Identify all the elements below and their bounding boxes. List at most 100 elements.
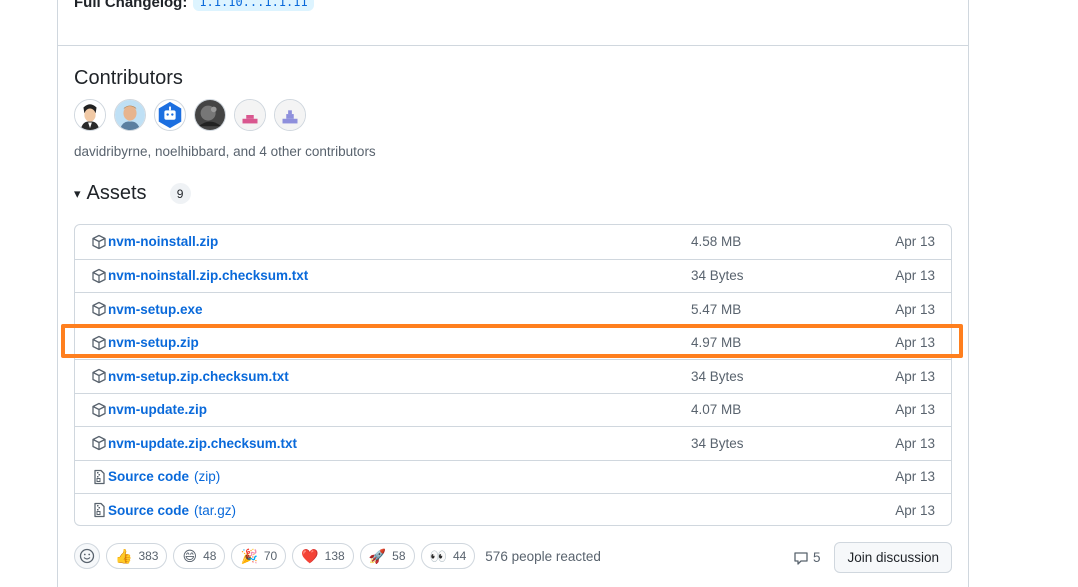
asset-link[interactable]: nvm-noinstall.zip.checksum.txt [108,268,308,283]
package-icon [91,335,107,351]
asset-size: 4.97 MB [691,335,742,351]
changelog-label: Full Changelog: [74,0,188,11]
avatar-noelhibbard[interactable] [114,99,146,131]
reaction-button[interactable]: 👍 383 [106,543,168,569]
reaction-count: 44 [452,549,467,563]
add-reaction-button[interactable] [74,543,100,569]
reaction-button[interactable]: 🚀 58 [359,543,415,569]
assets-list: nvm-noinstall.zip 4.58 MB Apr 13 nvm-noinst… [74,224,952,526]
asset-date: Apr 13 [895,469,935,485]
asset-size: 4.58 MB [691,234,742,250]
changelog-compare-link[interactable]: 1.1.10...1.1.11 [193,0,314,11]
asset-size: 5.47 MB [691,301,742,317]
asset-name[interactable]: nvm-update.zip.checksum.txt [91,435,297,451]
reaction-emoji-icon: 🚀 [368,547,387,564]
asset-name[interactable]: nvm-setup.exe [91,301,203,317]
asset-name[interactable]: nvm-noinstall.zip.checksum.txt [91,268,308,284]
reaction-count: 383 [138,549,159,563]
join-discussion-button[interactable]: Join discussion [834,542,952,573]
reaction-button[interactable]: ❤️ 138 [292,543,354,569]
reaction-emoji-icon: ❤️ [301,547,319,564]
contributor-avatars [74,99,306,131]
asset-date: Apr 13 [895,435,935,451]
asset-format[interactable]: (tar.gz) [194,503,236,518]
avatar-contributor-6[interactable] [274,99,306,131]
avatar-davidribyrne[interactable] [74,99,106,131]
asset-name[interactable]: nvm-setup.zip.checksum.txt [91,368,289,384]
asset-row: Source code (tar.gz) Apr 13 [75,493,951,525]
asset-format[interactable]: (zip) [194,469,220,484]
asset-row: nvm-noinstall.zip.checksum.txt 34 Bytes Ap… [75,258,951,293]
reaction-count: 70 [263,549,278,563]
avatar-contributor-4[interactable] [194,99,226,131]
asset-link[interactable]: Source code [108,469,189,484]
asset-row: nvm-setup.zip.checksum.txt 34 Bytes Apr 13 [75,359,951,393]
assets-title[interactable]: Assets [87,182,147,205]
full-changelog: Full Changelog: 1.1.10...1.1.11 [74,0,314,11]
caret-down-icon[interactable]: ▾ [74,186,81,202]
asset-row: nvm-noinstall.zip 4.58 MB Apr 13 [75,225,951,259]
asset-link[interactable]: nvm-setup.zip.checksum.txt [108,369,289,384]
reaction-button[interactable]: 🎉 70 [231,543,287,569]
assets-count-badge: 9 [169,183,191,204]
asset-link[interactable]: nvm-setup.zip [108,335,199,350]
asset-name[interactable]: Source code (tar.gz) [91,502,236,518]
reactions-bar: 👍 383 😄 48 🎉 70 ❤️ 138 🚀 58 👀 44 576 people reacted [74,543,601,569]
smiley-icon [79,548,95,564]
reaction-count: 58 [392,549,406,563]
asset-size: 34 Bytes [691,268,744,284]
asset-link[interactable]: nvm-noinstall.zip [108,234,218,249]
package-icon [91,435,107,451]
file-zip-icon [91,502,107,518]
asset-row: nvm-update.zip 4.07 MB Apr 13 [75,392,951,427]
reaction-count: 138 [324,549,345,563]
reactions-summary: 576 people reacted [485,548,601,564]
asset-date: Apr 13 [895,301,935,317]
asset-size: 34 Bytes [691,368,744,384]
file-zip-icon [91,469,107,485]
discussion-area: 5 Join discussion [793,542,952,573]
package-icon [91,268,107,284]
assets-header[interactable]: ▾ Assets 9 [74,182,191,205]
reaction-pills: 👍 383 😄 48 🎉 70 ❤️ 138 🚀 58 👀 44 [106,543,476,569]
asset-name[interactable]: nvm-noinstall.zip [91,234,218,250]
asset-name[interactable]: Source code (zip) [91,469,220,485]
asset-link[interactable]: nvm-setup.exe [108,302,203,317]
reaction-button[interactable]: 😄 48 [173,543,226,569]
asset-size: 4.07 MB [691,402,742,418]
reaction-count: 48 [203,549,217,563]
asset-date: Apr 13 [895,335,935,351]
avatar-contributor-5[interactable] [234,99,266,131]
asset-link[interactable]: nvm-update.zip [108,402,207,417]
contributors-summary: davidribyrne, noelhibbard, and 4 other c… [74,144,376,159]
asset-name[interactable]: nvm-update.zip [91,402,207,418]
asset-date: Apr 13 [895,502,935,518]
asset-link[interactable]: Source code [108,503,189,518]
asset-row: nvm-setup.exe 5.47 MB Apr 13 [75,292,951,326]
contributors-title: Contributors [74,67,183,89]
asset-row: Source code (zip) Apr 13 [75,459,951,494]
reaction-emoji-icon: 👀 [429,547,447,564]
section-divider [58,45,968,46]
asset-size: 34 Bytes [691,435,744,451]
reaction-emoji-icon: 🎉 [240,547,258,564]
comment-count-value: 5 [812,550,821,565]
asset-date: Apr 13 [895,268,935,284]
asset-name[interactable]: nvm-setup.zip [91,335,199,351]
comment-count[interactable]: 5 [793,550,821,566]
reaction-emoji-icon: 👍 [115,547,133,564]
package-icon [91,301,107,317]
package-icon [91,368,107,384]
avatar-bot[interactable] [154,99,186,131]
package-icon [91,234,107,250]
reaction-button[interactable]: 👀 44 [420,543,476,569]
asset-link[interactable]: nvm-update.zip.checksum.txt [108,436,297,451]
asset-row: nvm-setup.zip 4.97 MB Apr 13 [75,325,951,360]
comment-icon [794,551,808,565]
asset-date: Apr 13 [895,234,935,250]
asset-row: nvm-update.zip.checksum.txt 34 Bytes Apr 1… [75,426,951,460]
asset-date: Apr 13 [895,402,935,418]
package-icon [91,402,107,418]
reaction-emoji-icon: 😄 [182,547,198,564]
asset-date: Apr 13 [895,368,935,384]
